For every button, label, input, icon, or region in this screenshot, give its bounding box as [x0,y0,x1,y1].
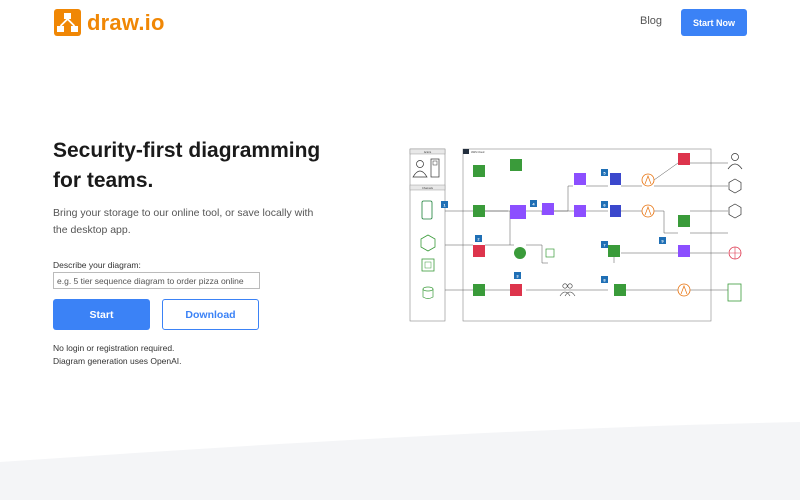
subtext-line-2: the desktop app. [53,223,131,236]
target-icon [678,153,690,165]
aws-cloud-group [462,148,712,322]
amplify-icon [473,165,485,177]
personalize-icon [614,284,626,296]
kinesis-icon [542,203,554,215]
site-header: draw.io Blog Start Now [0,0,800,45]
hero-note: No login or registration required. Diagr… [53,342,182,368]
actors-title: Actors [424,150,432,154]
person-icon-right [727,153,743,170]
headline-line-1: Security-first diagramming [53,139,321,162]
describe-diagram-label: Describe your diagram: [53,260,141,270]
aws-cloud-label: AWS Cloud [471,150,485,154]
hero-subtext: Bring your storage to our online tool, o… [53,205,353,238]
drawio-logo[interactable]: draw.io [54,9,165,36]
dynamodb-icon-1 [610,173,621,185]
note-line-1: No login or registration required. [53,343,175,353]
start-now-button[interactable]: Start Now [681,9,747,36]
s3-bucket-icon [510,159,522,171]
api-gateway-icon [510,205,526,219]
globe-icon-right [728,246,742,260]
eventbridge-icon [574,173,586,185]
timestream-icon [608,245,620,257]
sagemaker-icon [678,215,690,227]
dynamodb-icon-2 [610,205,621,217]
background-swoosh [0,422,800,500]
example-diagram-illustration: Actors Channels AWS Cloud 1 2 3 4 5 6 7 … [409,148,743,322]
right-side-endpoints [727,153,743,302]
cube-icon-right-1 [728,178,742,194]
nav-blog-link[interactable]: Blog [640,15,662,27]
logo-text: draw.io [87,9,165,35]
cube-icon-right-2 [728,203,742,219]
pinpoint-icon [510,284,522,296]
page-title: Security-first diagramming for teams. [53,136,373,196]
document-icon-right [727,283,742,302]
fleetwise-icon [473,284,485,296]
download-button[interactable]: Download [162,299,259,330]
cognito-icon [473,245,485,257]
drawio-logo-icon [54,9,81,36]
subtext-line-1: Bring your storage to our online tool, o… [53,207,314,219]
step-functions-icon [574,205,586,217]
iot-core-icon [514,247,526,259]
cloudfront-icon [473,205,485,217]
start-button[interactable]: Start [53,299,150,330]
headline-line-2: for teams. [53,169,154,192]
note-line-2: Diagram generation uses OpenAI. [53,356,182,366]
channels-title: Channels [422,186,434,190]
describe-diagram-input[interactable] [53,272,260,289]
sns-icon [678,245,690,257]
